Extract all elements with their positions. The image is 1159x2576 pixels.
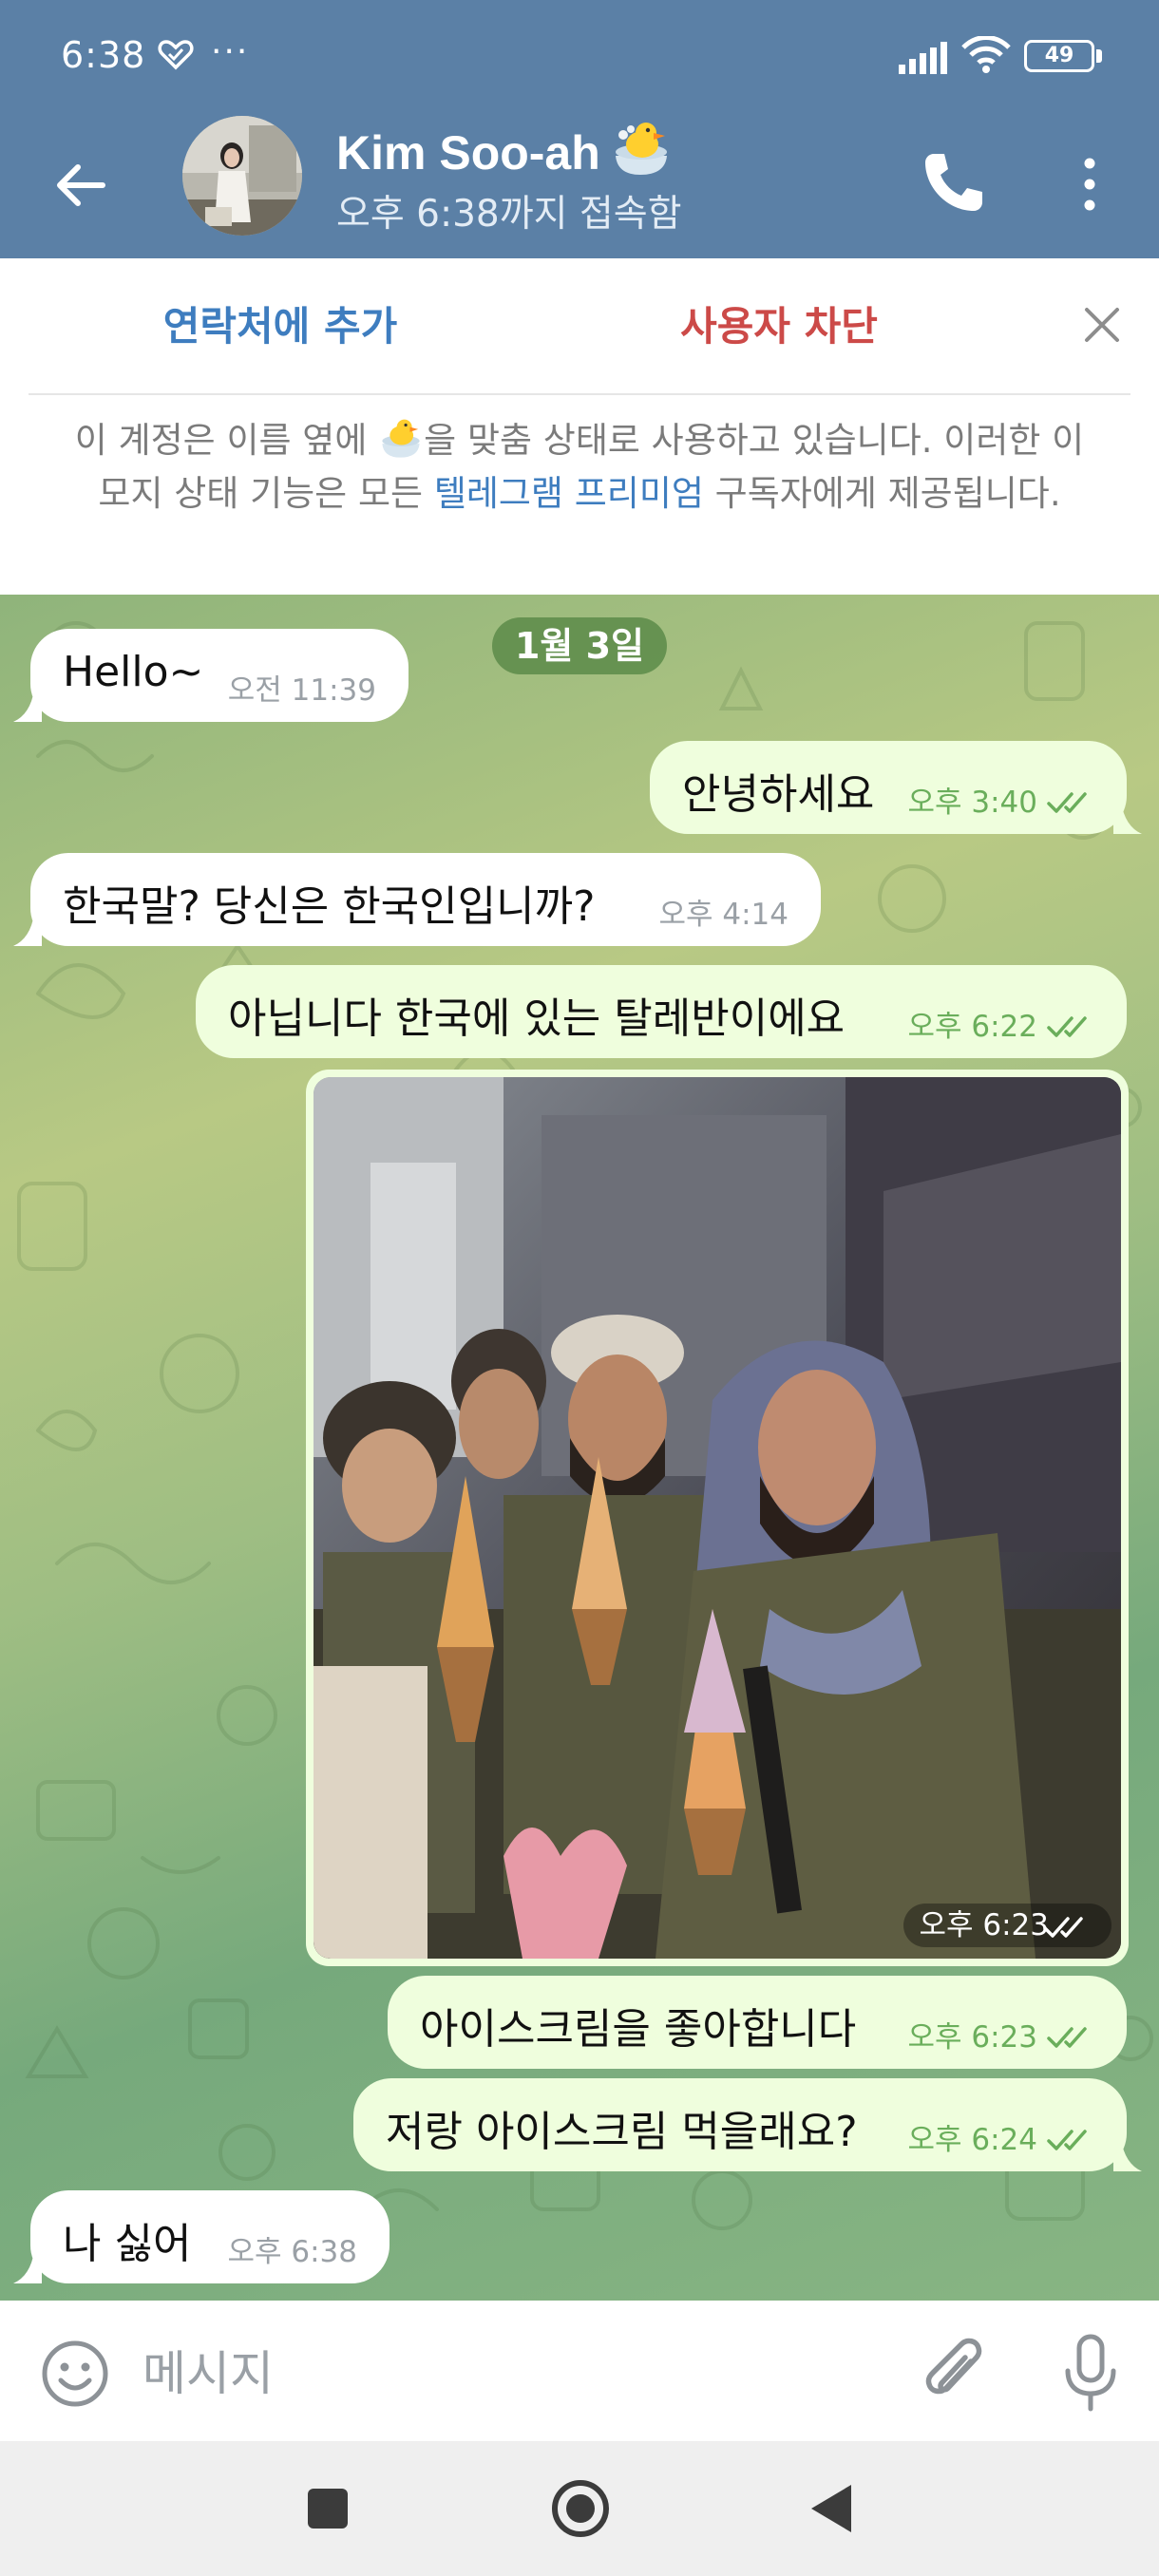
date-separator: 1월 3일 (492, 617, 667, 674)
bubble-tail (13, 690, 42, 722)
message-text: 아이스크림을 좋아합니다 (420, 2005, 857, 2054)
duck-emoji-icon[interactable] (610, 122, 673, 177)
message-time: 오후 6:22 (907, 1010, 1037, 1044)
message-text: 나 싫어 (63, 2220, 192, 2268)
message-text: Hello~ (63, 648, 204, 696)
message-bubble-outgoing[interactable]: 아닙니다 한국에 있는 탈레반이에요 오후 6:22 (196, 965, 1127, 1058)
message-bubble-outgoing[interactable]: 안녕하세요 오후 3:40 (650, 741, 1127, 834)
photo-image[interactable] (314, 1077, 1121, 1959)
message-composer (0, 2301, 1159, 2441)
message-time: 오후 6:38 (227, 2235, 357, 2269)
duck-emoji-icon (382, 419, 420, 458)
message-time: 오전 11:39 (227, 673, 376, 708)
premium-link[interactable]: 텔레그램 프리미엄 (434, 473, 704, 514)
chat-header: Kim Soo-ah 오후 6:38까지 접속함 (0, 112, 1159, 258)
message-time: 오후 6:23 (919, 1908, 1049, 1942)
avatar[interactable] (182, 116, 302, 236)
status-dots: ··· (211, 32, 250, 71)
phone-icon[interactable] (920, 148, 986, 217)
avatar-image (182, 116, 302, 236)
notice-text-1: 이 계정은 이름 옆에 (74, 420, 379, 461)
home-button[interactable] (551, 2479, 610, 2538)
message-text: 아닙니다 한국에 있는 탈레반이에요 (228, 994, 846, 1043)
notice-text-3: 구독자에게 제공됩니다. (703, 473, 1061, 514)
battery-nub (1096, 49, 1102, 63)
divider (28, 393, 1130, 395)
system-navigation-bar (0, 2441, 1159, 2576)
message-bubble-incoming[interactable]: 한국말? 당신은 한국인입니까? 오후 4:14 (30, 853, 821, 946)
message-bubble-outgoing[interactable]: 아이스크림을 좋아합니다 오후 6:23 (388, 1976, 1127, 2069)
bubble-tail (13, 914, 42, 946)
message-list[interactable]: 1월 3일 Hello~ 오전 11:39 안녕하세요 오후 3:40 한국말?… (0, 595, 1159, 2301)
add-contact-button[interactable]: 연락처에 추가 (0, 294, 560, 352)
nav-back-button[interactable] (809, 2483, 853, 2534)
recent-apps-button[interactable] (308, 2489, 348, 2529)
double-check-icon (1043, 1917, 1083, 1938)
chat-title-text: Kim Soo-ah (336, 126, 600, 180)
bubble-tail (1113, 2139, 1142, 2171)
message-time: 오후 4:14 (658, 898, 788, 932)
double-check-icon (1047, 2027, 1087, 2048)
battery-level: 49 (1044, 44, 1074, 67)
back-arrow-icon[interactable] (48, 152, 114, 218)
signal-icon (899, 42, 947, 74)
message-text: 안녕하세요 (682, 770, 875, 819)
heart-icon (158, 40, 194, 70)
double-check-icon (1047, 2130, 1087, 2150)
close-icon[interactable] (1079, 302, 1125, 348)
battery-indicator: 49 (1024, 40, 1094, 72)
message-time: 오후 6:24 (907, 2123, 1037, 2157)
message-time: 오후 6:23 (907, 2020, 1037, 2055)
mic-icon[interactable] (1062, 2333, 1119, 2413)
message-bubble-outgoing[interactable]: 저랑 아이스크림 먹을래요? 오후 6:24 (353, 2078, 1127, 2171)
message-bubble-incoming[interactable]: 나 싫어 오후 6:38 (30, 2190, 390, 2283)
contact-action-bar: 연락처에 추가 사용자 차단 이 계정은 이름 옆에 을 맞춤 상태로 사용하고… (0, 258, 1159, 595)
message-text: 저랑 아이스크림 먹을래요? (386, 2108, 858, 2156)
wifi-icon (961, 36, 1011, 73)
photo-message[interactable]: 오후 6:23 (306, 1070, 1129, 1966)
paperclip-icon[interactable] (920, 2335, 990, 2411)
double-check-icon (1047, 792, 1087, 813)
chat-title[interactable]: Kim Soo-ah (336, 122, 673, 180)
bubble-tail (1113, 802, 1142, 834)
message-input[interactable] (142, 2339, 808, 2409)
status-time: 6:38 (61, 34, 146, 76)
smile-icon[interactable] (40, 2339, 110, 2409)
message-time: 오후 3:40 (907, 786, 1037, 820)
status-bar: 6:38 ··· 49 (0, 0, 1159, 112)
bubble-tail (13, 2251, 42, 2283)
photo-time-badge: 오후 6:23 (903, 1904, 1112, 1947)
more-vert-icon[interactable] (1074, 150, 1106, 218)
emoji-status-notice: 이 계정은 이름 옆에 을 맞춤 상태로 사용하고 있습니다. 이러한 이모지 … (66, 414, 1092, 521)
block-user-button[interactable]: 사용자 차단 (504, 294, 1054, 352)
last-seen-status: 오후 6:38까지 접속함 (336, 193, 682, 236)
message-bubble-incoming[interactable]: Hello~ 오전 11:39 (30, 629, 408, 722)
double-check-icon (1047, 1016, 1087, 1037)
message-text: 한국말? 당신은 한국인입니까? (63, 882, 596, 931)
